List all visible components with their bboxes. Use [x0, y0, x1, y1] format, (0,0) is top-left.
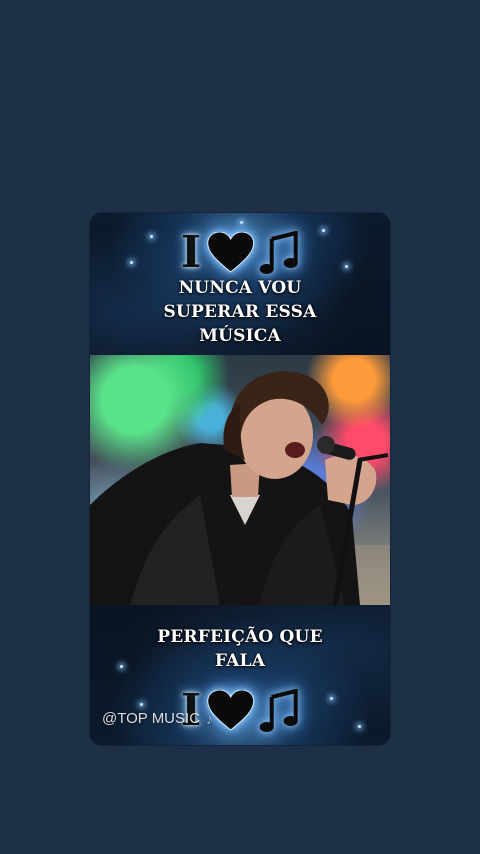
sparkle — [240, 221, 243, 224]
sparkle — [322, 229, 325, 232]
caption-line: NUNCA VOU — [178, 278, 302, 298]
caption-line: FALA — [214, 651, 266, 671]
top-banner: I NUNCA VOU SUPERAR ESSA MÚSICA — [90, 213, 390, 355]
sparkle — [150, 235, 153, 238]
sparkle — [358, 725, 361, 728]
caption-line: MÚSICA — [199, 326, 281, 346]
heart-icon — [206, 232, 254, 273]
logo-letter: I — [180, 227, 202, 278]
watermark: @TOP MUSIC ♪ — [102, 710, 213, 727]
singer-photo — [90, 355, 390, 605]
music-note-icon — [259, 231, 298, 274]
top-caption: NUNCA VOU SUPERAR ESSA MÚSICA — [90, 276, 390, 348]
sparkle — [330, 697, 333, 700]
tiktok-icon: ♪ — [206, 710, 214, 727]
caption-line: PERFEIÇÃO QUE — [157, 627, 323, 647]
sparkle — [140, 703, 143, 706]
bottom-caption: PERFEIÇÃO QUE FALA — [90, 625, 390, 673]
sparkle — [130, 261, 133, 264]
screen: I NUNCA VOU SUPERAR ESSA MÚSICA PERFEIÇÃ… — [0, 0, 480, 854]
singer-illustration — [90, 371, 390, 605]
caption-line: SUPERAR ESSA — [163, 302, 317, 322]
i-love-music-logo: I — [181, 231, 300, 275]
sparkle — [345, 265, 348, 268]
watermark-text: @TOP MUSIC — [102, 710, 201, 727]
post-card[interactable]: I NUNCA VOU SUPERAR ESSA MÚSICA PERFEIÇÃ… — [90, 213, 390, 745]
music-note-icon — [259, 689, 298, 732]
